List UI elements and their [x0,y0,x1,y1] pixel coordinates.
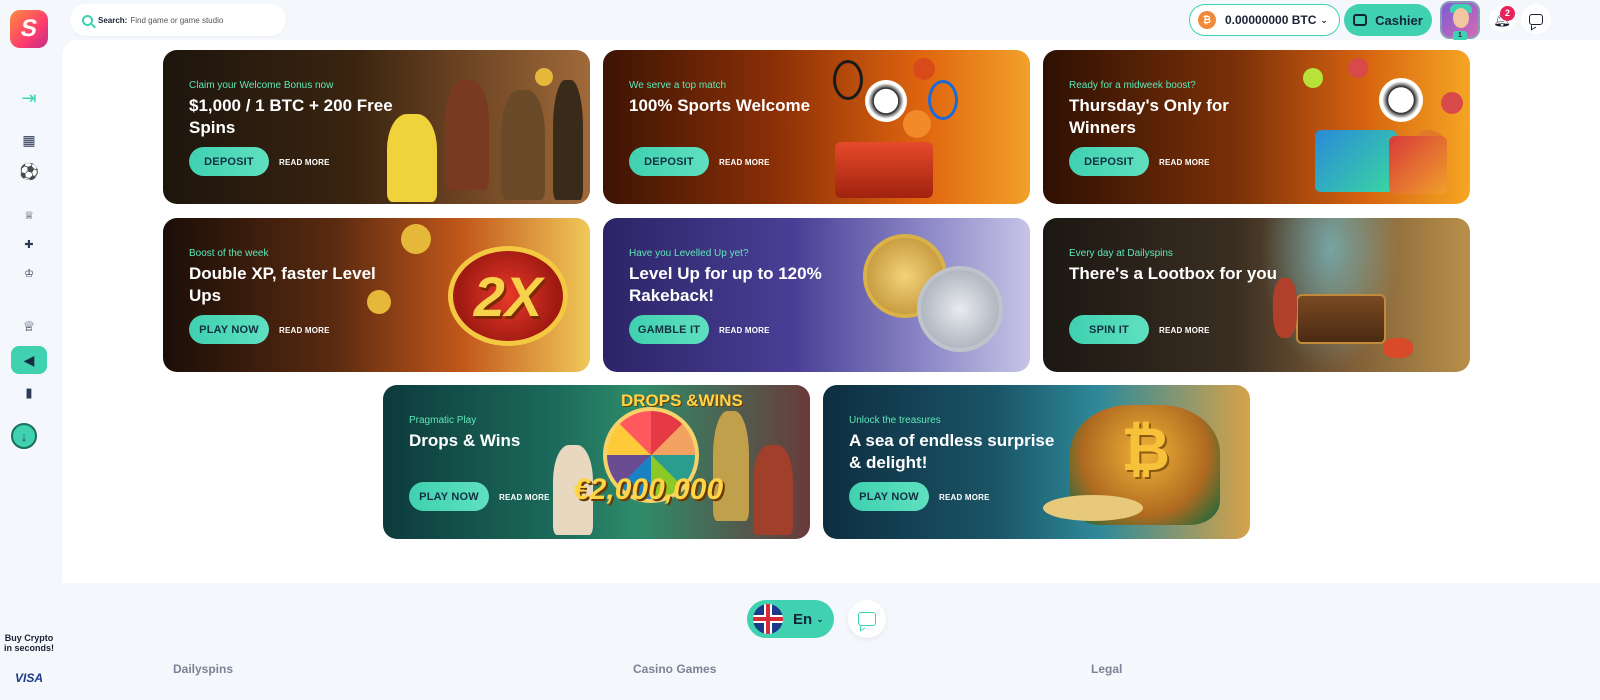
banner-title: A sea of endless surprise & delight! [849,431,1055,472]
read-more-link[interactable]: READ MORE [1159,326,1210,335]
read-more-link[interactable]: READ MORE [279,158,330,167]
balance-amount: 0.00000000 BTC [1225,13,1317,27]
wallet-icon [1353,14,1368,26]
double-xp-art: 2X [448,246,568,346]
footer-column-legal: Legal [1091,662,1123,676]
chat-button[interactable] [1521,4,1551,34]
sidebar: S ⇥ ▦ ⚽ ♕ ✚ ♔ ♕ ◀ ▮ ↓ Buy Crypto in seco… [0,0,62,700]
trophy-small-icon[interactable]: ♔ [15,259,43,287]
sports-ball-icon[interactable]: ⚽ [15,158,43,186]
drops-wins-prize: €2,000,000 [573,473,724,506]
banner-kicker: Unlock the treasures [849,415,941,426]
chevron-down-icon: ⌄ [816,613,824,624]
download-icon[interactable]: ↓ [11,423,37,449]
promo-banner-lootbox[interactable]: Every day at Dailyspins There's a Lootbo… [1043,218,1470,372]
buy-crypto-text[interactable]: Buy Crypto in seconds! [4,633,54,653]
banner-title: $1,000 / 1 BTC + 200 Free Spins [189,96,393,137]
notification-count: 2 [1500,6,1515,21]
deposit-button[interactable]: DEPOSIT [629,147,709,176]
play-now-button[interactable]: PLAY NOW [849,482,929,511]
footer-column-dailyspins: Dailyspins [173,662,234,676]
banner-kicker: Every day at Dailyspins [1069,248,1173,259]
promo-banner-drops-wins[interactable]: DROPS &WINS €2,000,000 Pragmatic Play Dr… [383,385,810,539]
balance-selector[interactable]: ₿ 0.00000000 BTC ⌄ [1189,4,1340,36]
read-more-link[interactable]: READ MORE [1159,158,1210,167]
search-label: Search: [98,15,128,25]
banner-kicker: Pragmatic Play [409,415,477,426]
read-more-link[interactable]: READ MORE [279,326,330,335]
read-more-link[interactable]: READ MORE [719,158,770,167]
banner-kicker: Ready for a midweek boost? [1069,80,1196,91]
deposit-button[interactable]: DEPOSIT [1069,147,1149,176]
chat-icon [1529,13,1543,25]
casino-icon[interactable]: ▦ [15,126,43,154]
visa-logo: VISA [15,671,44,685]
read-more-link[interactable]: READ MORE [939,493,990,502]
bitcoin-icon: ₿ [1198,11,1216,29]
play-now-button[interactable]: PLAY NOW [409,482,489,511]
gift-icon[interactable]: ✚ [15,230,43,258]
banner-kicker: Have you Levelled Up yet? [629,248,749,259]
chevron-down-icon: ⌄ [1320,14,1328,25]
banner-kicker: Claim your Welcome Bonus now [189,80,334,91]
cashier-button[interactable]: Cashier [1344,4,1432,36]
language-label: En [793,610,813,628]
promo-banner-level-up[interactable]: Have you Levelled Up yet? Level Up for u… [603,218,1030,372]
language-selector[interactable]: En ⌄ [747,600,834,638]
search-icon [82,14,93,26]
read-more-link[interactable]: READ MORE [499,493,550,502]
banner-title: Thursday's Only for Winners [1069,96,1229,137]
chat-icon [858,612,876,626]
banner-title: Drops & Wins [409,431,521,450]
dailyspins-logo[interactable]: S [10,10,48,48]
banner-kicker: Boost of the week [189,248,269,259]
search-placeholder: Find game or game studio [130,15,224,25]
drops-wins-art-title: DROPS &WINS [621,391,743,410]
deposit-button[interactable]: DEPOSIT [189,147,269,176]
gamble-it-button[interactable]: GAMBLE IT [629,315,709,344]
promo-banner-welcome-bonus[interactable]: Claim your Welcome Bonus now $1,000 / 1 … [163,50,590,204]
read-more-link[interactable]: READ MORE [719,326,770,335]
search-input[interactable]: Search: Find game or game studio [70,4,286,36]
play-now-button[interactable]: PLAY NOW [189,315,269,344]
banner-title: There's a Lootbox for you [1069,264,1278,283]
footer-column-casino-games: Casino Games [633,662,717,676]
promo-banner-treasures[interactable]: ₿ Unlock the treasures A sea of endless … [823,385,1250,539]
expand-menu-icon[interactable]: ⇥ [15,84,43,112]
megaphone-icon[interactable]: ◀ [11,346,47,374]
bitcoin-art: ₿ [1121,416,1170,483]
treasure-chest-art [1296,294,1386,344]
stats-icon[interactable]: ▮ [15,379,43,407]
trophy-icon[interactable]: ♕ [15,312,43,340]
promo-banner-thursday[interactable]: Ready for a midweek boost? Thursday's On… [1043,50,1470,204]
uk-flag-icon [753,604,783,634]
banner-title: Level Up for up to 120% Rakeback! [629,264,822,305]
support-chat-button[interactable] [848,600,886,638]
promo-banner-double-xp[interactable]: 2X Boost of the week Double XP, faster L… [163,218,590,372]
banner-title: 100% Sports Welcome [629,96,811,115]
banner-title: Double XP, faster Level Ups [189,264,376,305]
tournaments-icon[interactable]: ♕ [15,201,43,229]
cashier-label: Cashier [1375,12,1423,28]
promo-banner-sports-welcome[interactable]: We serve a top match 100% Sports Welcome… [603,50,1030,204]
spin-it-button[interactable]: SPIN IT [1069,315,1149,344]
banner-kicker: We serve a top match [629,80,727,91]
